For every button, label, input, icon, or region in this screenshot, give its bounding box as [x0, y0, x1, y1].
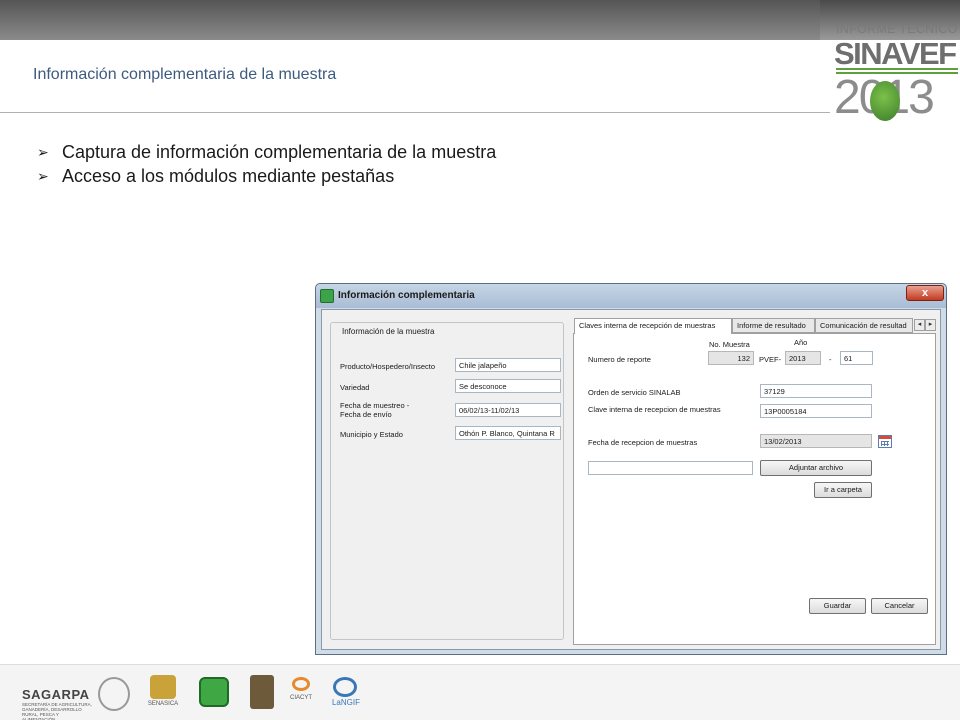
senasica-logo: SENASICA — [147, 701, 179, 707]
sample-no-header: No. Muestra — [709, 340, 750, 349]
file-path-field[interactable] — [588, 461, 753, 475]
slide-title: Información complementaria de la muestra — [33, 66, 337, 83]
attach-file-button[interactable]: Adjuntar archivo — [760, 460, 872, 476]
municipality-label: Municipio y Estado — [340, 430, 403, 439]
ciacyt-emblem-icon — [292, 677, 310, 691]
dates-field[interactable]: 06/02/13-11/02/13 — [455, 403, 561, 417]
tab-scroll-left-icon[interactable]: ◂ — [914, 319, 925, 331]
report-year-field: 2013 — [785, 351, 821, 365]
order-label: Orden de servicio SINALAB — [588, 388, 681, 397]
report-dash: - — [829, 355, 832, 364]
sample-number-field: 132 — [708, 351, 754, 365]
close-button[interactable]: x — [906, 285, 944, 301]
product-label: Producto/Hospedero/Insecto — [340, 362, 436, 371]
bullet-list: ➢ Captura de información complementaria … — [37, 140, 496, 188]
senasica-emblem-icon — [150, 675, 176, 699]
reception-date-field[interactable]: 13/02/2013 — [760, 434, 872, 448]
footer-logos: SAGARPA SECRETARÍA DE AGRICULTURA, GANAD… — [0, 664, 960, 720]
report-number-label: Numero de reporte — [588, 355, 651, 364]
order-field[interactable]: 37129 — [760, 384, 872, 398]
reception-date-label: Fecha de recepcion de muestras — [588, 438, 698, 447]
arrow-bullet-icon: ➢ — [37, 167, 49, 184]
brand-subtitle: INFORME TECNICO — [836, 22, 958, 36]
ciacyt-logo: CIACYT — [289, 695, 312, 701]
slide: Información complementaria de la muestra… — [0, 0, 960, 720]
window-client-area: Información de la muestra Producto/Hospe… — [321, 309, 941, 650]
university-shield-icon — [250, 675, 274, 709]
year-header: Año — [794, 338, 808, 347]
internal-key-label: Clave interna de recepcion de muestras — [588, 405, 721, 414]
app-icon — [320, 289, 334, 303]
calendar-icon[interactable] — [878, 435, 892, 448]
product-field[interactable]: Chile jalapeño — [455, 358, 561, 372]
bullet-item: ➢ Acceso a los módulos mediante pestañas — [37, 164, 496, 188]
save-button[interactable]: Guardar — [809, 598, 866, 614]
bullet-item: ➢ Captura de información complementaria … — [37, 140, 496, 164]
report-prefix: PVEF- — [759, 355, 782, 364]
report-seq-field[interactable]: 61 — [840, 351, 873, 365]
internal-key-field[interactable]: 13P0005184 — [760, 404, 872, 418]
info-dialog-window: Información complementaria x Información… — [315, 283, 947, 655]
tab-reception-keys[interactable]: Claves interna de recepción de muestras — [574, 318, 732, 334]
open-folder-button[interactable]: Ir a carpeta — [814, 482, 872, 498]
bullet-text: Captura de información complementaria de… — [62, 141, 497, 162]
title-divider — [0, 112, 830, 113]
send-date-label: Fecha de envío — [340, 410, 392, 419]
group-title: Información de la muestra — [340, 327, 437, 336]
sample-date-label: Fecha de muestreo - — [340, 401, 410, 410]
sagarpa-subtitle: SECRETARÍA DE AGRICULTURA, GANADERÍA, DE… — [22, 702, 92, 720]
sinavef-brand: INFORME TECNICO SINAVEF 2013 — [832, 18, 960, 122]
tab-result-report[interactable]: Informe de resultado — [732, 318, 815, 333]
window-title: Información complementaria — [338, 290, 475, 301]
tab-result-communication[interactable]: Comunicación de resultad — [815, 318, 913, 333]
cancel-button[interactable]: Cancelar — [871, 598, 928, 614]
mexico-seal-icon — [98, 677, 130, 711]
window-titlebar[interactable]: Información complementaria x — [316, 284, 946, 308]
top-bar-shade — [0, 0, 820, 40]
brand-name: SINAVEF — [834, 36, 957, 71]
reception-tab-page: No. Muestra Año Numero de reporte 132 PV… — [573, 333, 936, 645]
brand-figure-icon — [870, 81, 900, 121]
variety-label: Variedad — [340, 383, 370, 392]
variety-field[interactable]: Se desconoce — [455, 379, 561, 393]
bullet-text: Acceso a los módulos mediante pestañas — [62, 165, 395, 186]
tab-scroll-right-icon[interactable]: ▸ — [925, 319, 936, 331]
sagarpa-logo: SAGARPA — [22, 687, 90, 702]
langif-emblem-icon — [333, 677, 357, 697]
sinavef-emblem-icon — [199, 677, 229, 707]
top-bar — [0, 0, 960, 40]
municipality-field[interactable]: Othón P. Blanco, Quintana R — [455, 426, 561, 440]
arrow-bullet-icon: ➢ — [37, 143, 49, 160]
langif-logo: LaNGIF — [331, 698, 360, 707]
sample-info-group: Información de la muestra Producto/Hospe… — [330, 322, 564, 640]
